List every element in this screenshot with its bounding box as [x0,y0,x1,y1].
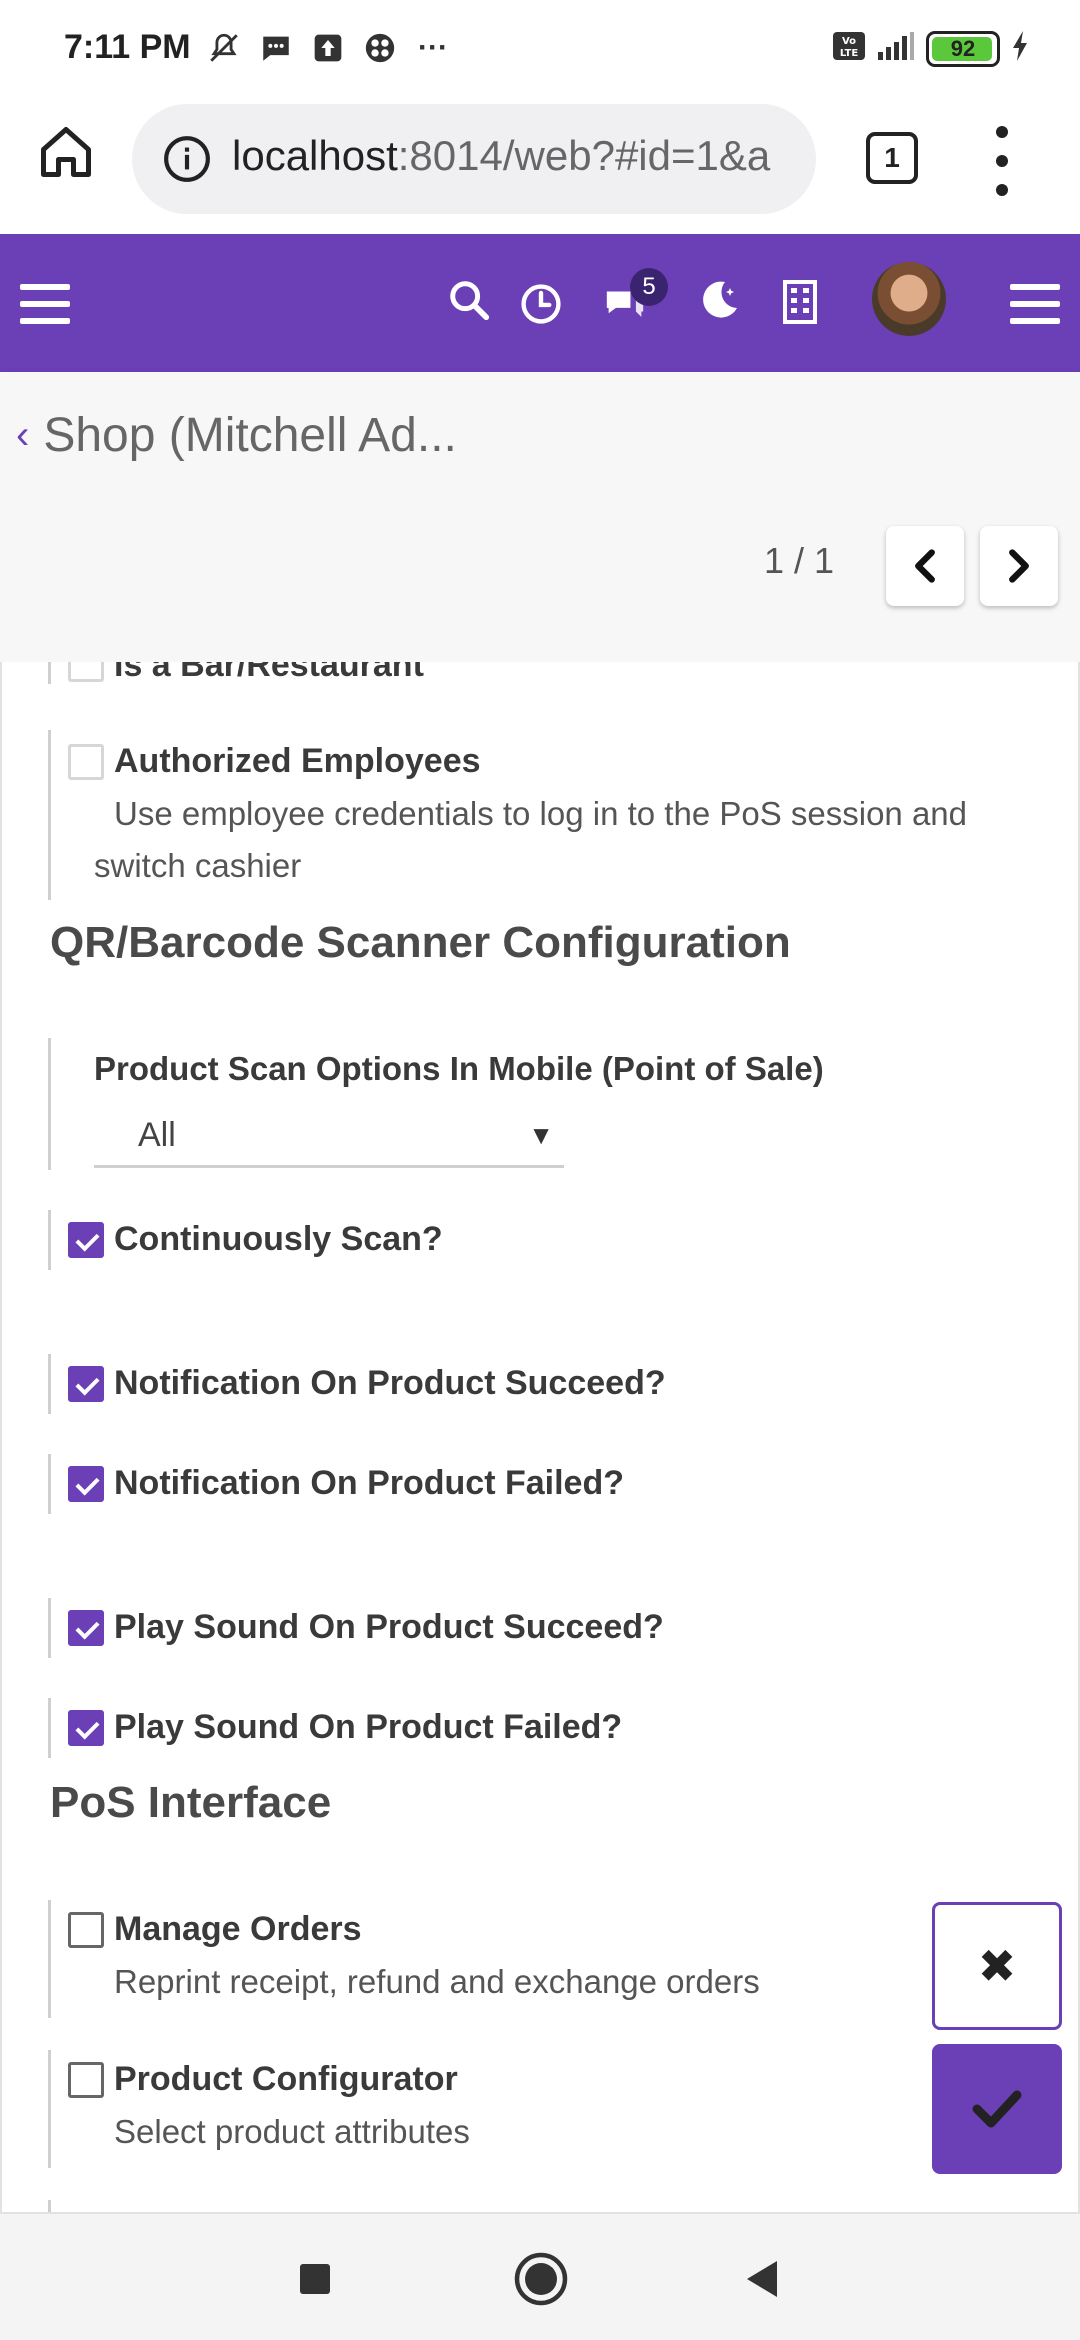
notify-failed-checkbox[interactable] [68,1466,104,1502]
mute-icon [206,30,242,66]
triangle-back-icon [747,2261,777,2297]
authorized-employees-checkbox[interactable] [68,744,104,780]
product-configurator-checkbox[interactable] [68,2062,104,2098]
breadcrumb[interactable]: ‹ Shop (Mitchell Ad... [16,408,457,463]
group-divider [48,1900,51,2018]
continuously-scan-label: Continuously Scan? [114,1220,443,1258]
group-divider [48,1698,51,1758]
group-divider [48,2050,51,2168]
info-icon[interactable] [162,134,212,184]
sound-succeed-checkbox[interactable] [68,1610,104,1646]
company-icon[interactable] [780,272,820,332]
status-notification-icons: ··· [206,28,448,68]
recents-button[interactable] [280,2244,350,2314]
scan-options-value: All [138,1116,176,1154]
more-notifications-icon: ··· [418,31,448,64]
back-chevron-icon[interactable]: ‹ [16,413,29,458]
bar-restaurant-label: Is a Bar/Restaurant [114,662,424,684]
group-divider [48,662,51,684]
avatar[interactable] [872,262,946,336]
signal-icon [876,30,916,67]
upload-icon [310,30,346,66]
status-time: 7:11 PM [64,28,191,66]
manage-orders-checkbox[interactable] [68,1912,104,1948]
home-button[interactable] [506,2244,576,2314]
message-count-badge: 5 [630,268,668,306]
group-divider [48,730,51,900]
browser-menu-icon[interactable] [990,126,1014,196]
system-navigation-bar [0,2212,1080,2340]
group-divider [48,1454,51,1514]
chevron-right-icon [1009,549,1029,583]
tab-switcher-button[interactable]: 1 [866,132,918,184]
menu-icon[interactable] [20,274,72,334]
search-icon[interactable] [444,270,494,330]
volte-icon: Vo LTE [832,30,866,67]
breadcrumb-title[interactable]: Shop (Mitchell Ad... [43,408,457,463]
product-configurator-description: Select product attributes [114,2113,470,2150]
scanner-section-title: QR/Barcode Scanner Configuration [50,918,791,967]
pager-value[interactable]: 1 / 1 [764,540,834,582]
continuously-scan-checkbox[interactable] [68,1222,104,1258]
group-divider [48,1210,51,1270]
control-panel: ‹ Shop (Mitchell Ad... 1 / 1 [0,372,1080,662]
form-sheet: Is a Bar/Restaurant Authorized Employees… [0,662,1080,2212]
save-button[interactable] [932,2044,1062,2174]
group-divider [48,1354,51,1414]
group-divider [48,1598,51,1658]
sound-failed-label: Play Sound On Product Failed? [114,1708,623,1746]
square-icon [300,2264,330,2294]
manage-orders-description: Reprint receipt, refund and exchange ord… [114,1963,760,2000]
discard-button[interactable]: ✖ [932,1902,1062,2030]
status-bar: 7:11 PM ··· Vo LTE 92 [0,0,1080,96]
scan-options-label: Product Scan Options In Mobile (Point of… [94,1050,824,1087]
notify-succeed-checkbox[interactable] [68,1366,104,1402]
sound-succeed-label: Play Sound On Product Succeed? [114,1608,664,1646]
svg-text:LTE: LTE [840,48,859,59]
battery-level: 92 [950,35,976,61]
svg-text:Vo: Vo [842,36,856,47]
url-text[interactable]: localhost:8014/web?#id=1&a [232,132,770,180]
bar-restaurant-checkbox[interactable] [68,662,104,682]
theme-moon-icon[interactable] [694,270,744,330]
manage-orders-label: Manage Orders [114,1910,362,1948]
apps-menu-icon[interactable] [1010,274,1062,334]
url-host: localhost [232,132,398,179]
browser-toolbar: localhost:8014/web?#id=1&a 1 [0,96,1080,234]
group-divider [48,1038,51,1170]
scan-options-select[interactable]: All ▼ [94,1106,564,1168]
check-icon [972,2090,1022,2128]
charging-icon [1010,30,1030,67]
circle-home-icon [514,2252,568,2306]
app-icon [362,30,398,66]
activity-clock-icon[interactable] [518,274,564,334]
authorized-employees-description: Use employee credentials to log in to th… [94,795,968,884]
group-divider [48,2200,51,2212]
notify-succeed-label: Notification On Product Succeed? [114,1364,666,1402]
pager-previous-button[interactable] [886,526,964,606]
caret-down-icon: ▼ [528,1120,554,1150]
sound-failed-checkbox[interactable] [68,1710,104,1746]
message-icon [258,30,294,66]
authorized-employees-label: Authorized Employees [114,742,481,780]
close-icon: ✖ [977,1940,1017,1992]
address-bar[interactable]: localhost:8014/web?#id=1&a [132,104,816,214]
product-configurator-label: Product Configurator [114,2060,458,2098]
pager-next-button[interactable] [980,526,1058,606]
pos-section-title: PoS Interface [50,1778,332,1827]
status-system-icons: Vo LTE 92 [832,30,1030,67]
chevron-left-icon [915,549,935,583]
battery-icon: 92 [926,30,1000,67]
notify-failed-label: Notification On Product Failed? [114,1464,624,1502]
url-path: :8014/web?#id=1&a [397,132,771,179]
back-button[interactable] [726,2244,796,2314]
home-icon[interactable] [36,122,96,182]
